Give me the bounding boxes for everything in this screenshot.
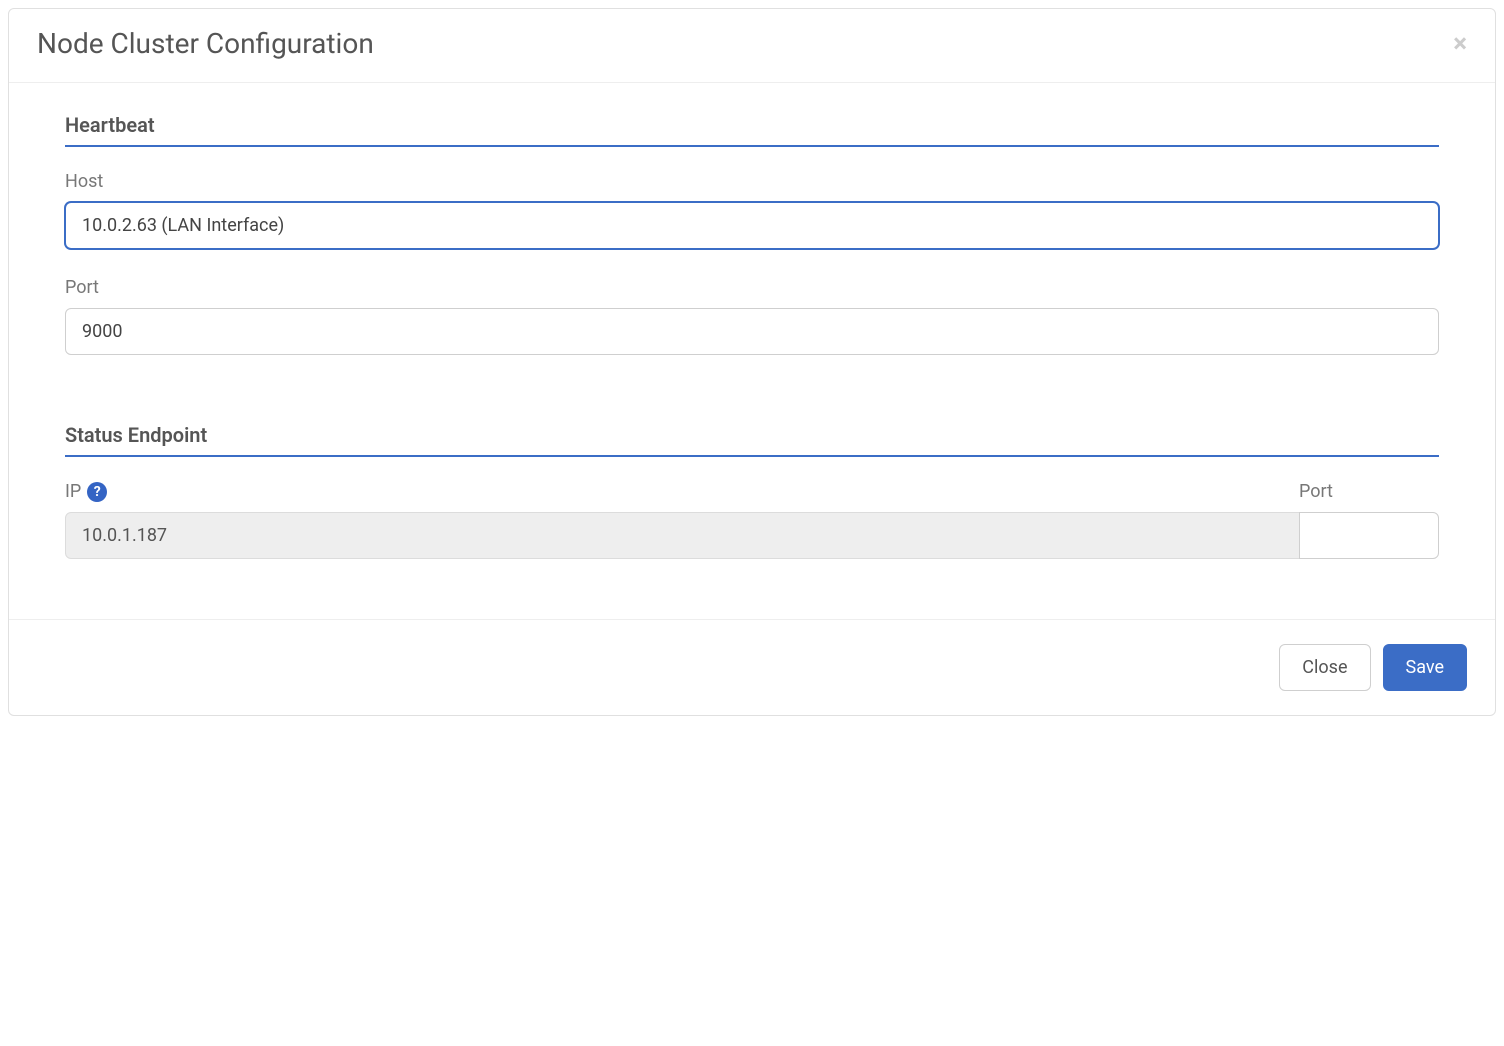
heartbeat-host-group: Host (65, 171, 1439, 249)
modal-footer: Close Save (9, 619, 1495, 715)
heartbeat-port-group: Port (65, 277, 1439, 355)
heartbeat-host-label: Host (65, 171, 1439, 192)
modal-title: Node Cluster Configuration (37, 27, 374, 60)
status-endpoint-port-input[interactable] (1299, 512, 1439, 559)
close-icon[interactable]: × (1453, 31, 1467, 57)
status-endpoint-label-row: IP ? Port (65, 481, 1439, 502)
heartbeat-port-input[interactable] (65, 308, 1439, 355)
help-icon[interactable]: ? (87, 482, 107, 502)
modal-body: Heartbeat Host Port Status Endpoint IP ?… (9, 83, 1495, 619)
heartbeat-host-input[interactable] (65, 202, 1439, 249)
heartbeat-section-title: Heartbeat (65, 113, 1439, 147)
save-button[interactable]: Save (1383, 644, 1468, 691)
status-endpoint-port-label: Port (1299, 481, 1439, 502)
status-endpoint-section-title: Status Endpoint (65, 423, 1439, 457)
status-endpoint-ip-input (65, 512, 1300, 559)
modal-header: Node Cluster Configuration × (9, 9, 1495, 83)
close-button[interactable]: Close (1279, 644, 1370, 691)
status-endpoint-row (65, 512, 1439, 559)
node-cluster-config-modal: Node Cluster Configuration × Heartbeat H… (8, 8, 1496, 716)
heartbeat-port-label: Port (65, 277, 1439, 298)
status-endpoint-ip-label: IP (65, 481, 81, 502)
